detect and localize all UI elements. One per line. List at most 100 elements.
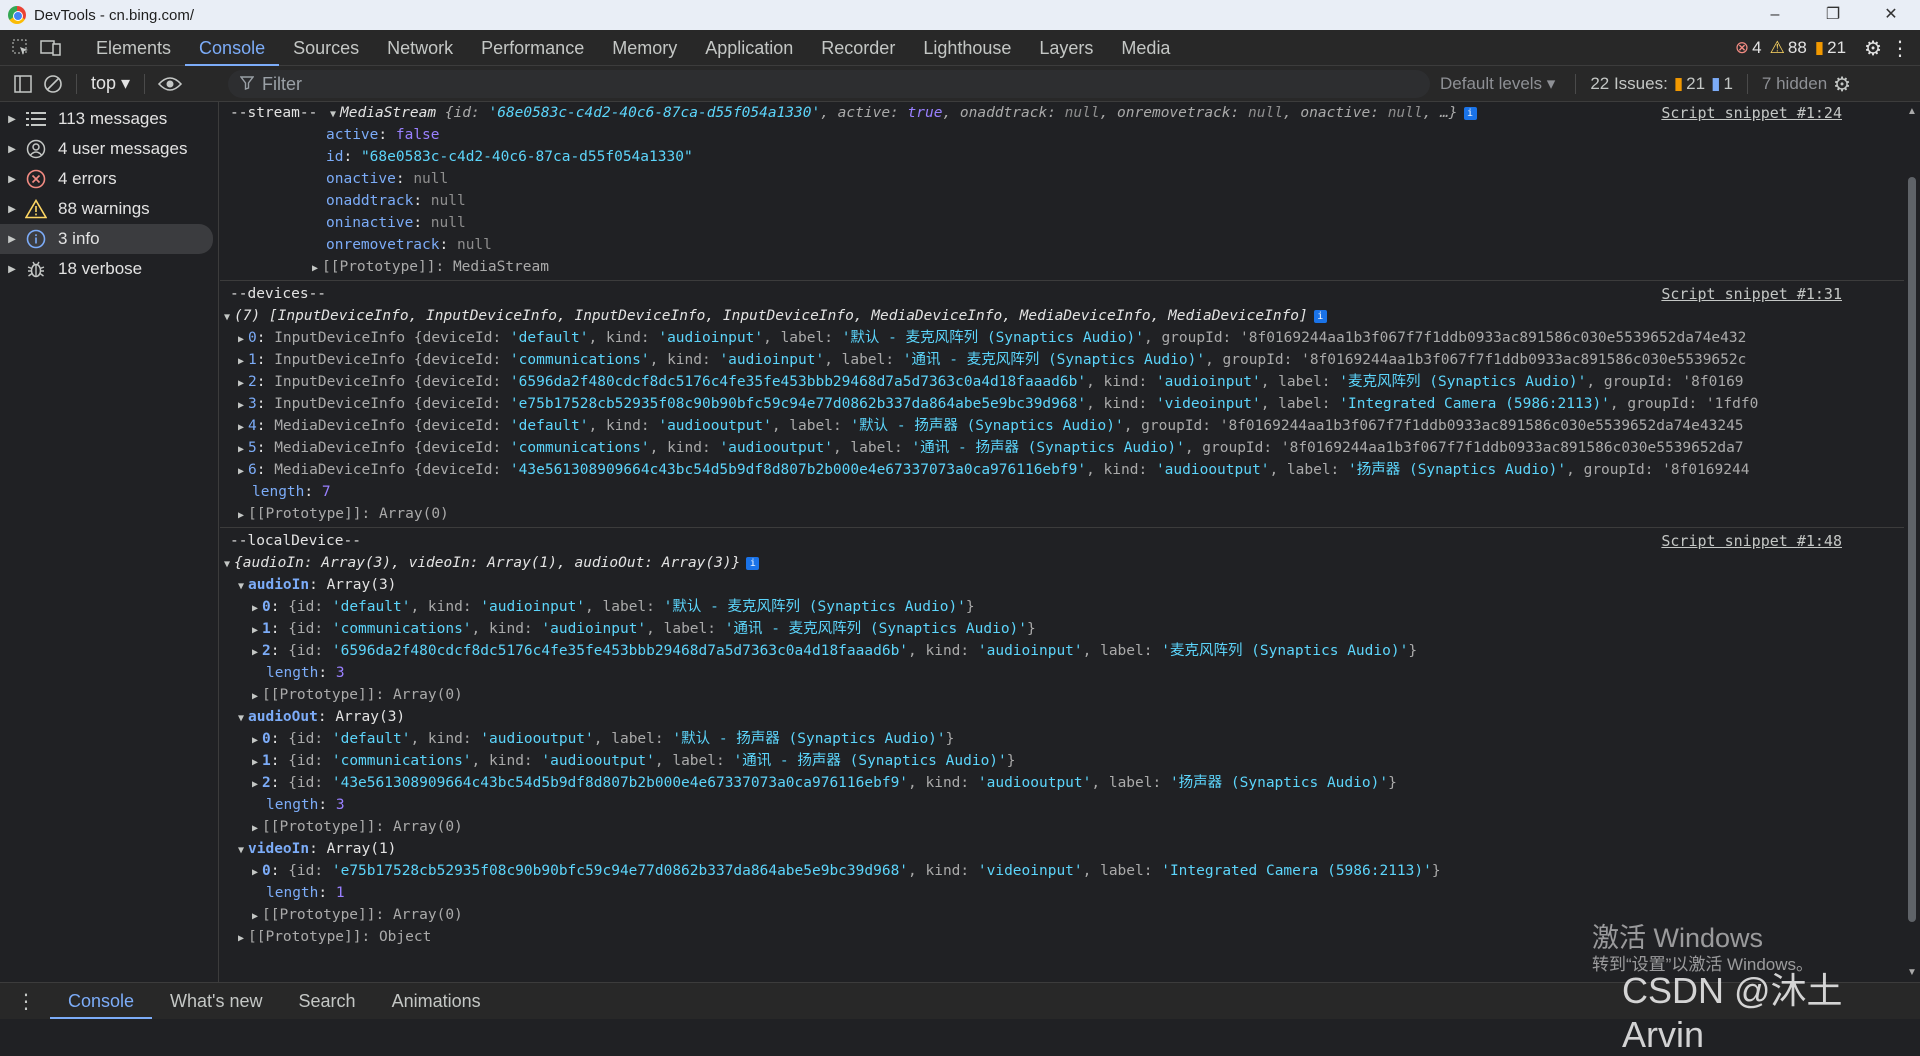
console-punct: , label: xyxy=(824,352,903,368)
collapse-triangle-icon[interactable]: ▼ xyxy=(220,554,234,576)
sidebar-item-user[interactable]: ▶ 4 user messages xyxy=(0,134,218,164)
live-expression-eye-icon[interactable] xyxy=(155,69,185,99)
tab-layers[interactable]: Layers xyxy=(1025,30,1107,66)
expand-triangle-icon[interactable]: ▶ xyxy=(234,351,248,373)
error-count-badge[interactable]: ⊗ 4 xyxy=(1735,38,1762,58)
object-info-icon[interactable]: i xyxy=(1313,309,1327,323)
log-prefix: --stream-- xyxy=(230,105,318,121)
sidebar-item-error[interactable]: ▶ 4 errors xyxy=(0,164,218,194)
source-link[interactable]: Script snippet #1:48 xyxy=(1661,530,1842,552)
console-text: null xyxy=(1387,105,1423,121)
console-scrollbar[interactable]: ▲ ▼ xyxy=(1904,102,1920,982)
tab-elements[interactable]: Elements xyxy=(82,30,185,66)
source-link[interactable]: Script snippet #1:31 xyxy=(1661,283,1842,305)
info-icon xyxy=(24,227,48,251)
expand-triangle-icon[interactable]: ▶ xyxy=(248,730,262,752)
scroll-thumb[interactable] xyxy=(1908,177,1916,922)
sidebar-item-warning[interactable]: ▶ 88 warnings xyxy=(0,194,218,224)
expand-triangle-icon[interactable]: ▶ xyxy=(0,144,24,155)
expand-triangle-icon[interactable]: ▶ xyxy=(248,818,262,840)
source-link[interactable]: Script snippet #1:24 xyxy=(1661,102,1842,124)
object-info-icon[interactable]: i xyxy=(746,556,760,570)
tab-recorder[interactable]: Recorder xyxy=(807,30,909,66)
clear-console-icon[interactable] xyxy=(38,69,68,99)
console-settings-gear-icon[interactable]: ⚙ xyxy=(1833,72,1851,97)
expand-triangle-icon[interactable]: ▶ xyxy=(0,234,24,245)
collapse-triangle-icon[interactable]: ▼ xyxy=(234,840,248,862)
device-kind: 'audioinput' xyxy=(977,643,1083,659)
expand-triangle-icon[interactable]: ▶ xyxy=(0,114,24,125)
expand-triangle-icon[interactable]: ▶ xyxy=(0,204,24,215)
issues-count-badge[interactable]: ▮ 21 xyxy=(1815,38,1846,58)
console-filter-input[interactable]: Filter xyxy=(228,70,1430,98)
expand-triangle-icon[interactable]: ▶ xyxy=(248,862,262,884)
tab-memory[interactable]: Memory xyxy=(598,30,691,66)
expand-triangle-icon[interactable]: ▶ xyxy=(248,906,262,928)
expand-triangle-icon[interactable]: ▶ xyxy=(248,686,262,708)
sidebar-item-info[interactable]: ▶ 3 info xyxy=(0,224,213,254)
tab-performance[interactable]: Performance xyxy=(467,30,598,66)
expand-triangle-icon[interactable]: ▶ xyxy=(234,461,248,483)
maximize-button[interactable]: ❐ xyxy=(1804,0,1862,30)
device-type: InputDeviceInfo xyxy=(274,374,406,390)
tab-network[interactable]: Network xyxy=(373,30,467,66)
device-toolbar-icon[interactable] xyxy=(36,33,66,63)
issues-label[interactable]: 22 Issues: xyxy=(1590,74,1668,94)
console-punct: {id: xyxy=(288,621,332,637)
group-type: Array(1) xyxy=(326,841,397,857)
expand-triangle-icon[interactable]: ▶ xyxy=(248,642,262,664)
tab-sources[interactable]: Sources xyxy=(279,30,373,66)
expand-triangle-icon[interactable]: ▶ xyxy=(0,264,24,275)
sidebar-item-bug[interactable]: ▶ 18 verbose xyxy=(0,254,218,284)
context-selector[interactable]: top ▾ xyxy=(91,73,130,94)
scroll-up-icon[interactable]: ▲ xyxy=(1907,106,1917,117)
collapse-triangle-icon[interactable]: ▼ xyxy=(234,708,248,730)
property-key: onaddtrack xyxy=(326,193,414,209)
console-text: id xyxy=(453,105,472,121)
expand-triangle-icon[interactable]: ▶ xyxy=(0,174,24,185)
expand-triangle-icon[interactable]: ▶ xyxy=(234,329,248,351)
expand-triangle-icon[interactable]: ▶ xyxy=(234,373,248,395)
property-value: 1 xyxy=(335,885,345,901)
drawer-menu-icon[interactable]: ⋮ xyxy=(0,989,50,1014)
expand-triangle-icon[interactable]: ▶ xyxy=(248,620,262,642)
expand-triangle-icon[interactable]: ▶ xyxy=(248,752,262,774)
console-text: , onremovetrack: xyxy=(1099,105,1248,121)
warning-count-badge[interactable]: ⚠ 88 xyxy=(1770,38,1807,58)
collapse-triangle-icon[interactable]: ▼ xyxy=(326,104,340,126)
log-levels-dropdown[interactable]: Default levels ▾ xyxy=(1440,74,1555,94)
expand-triangle-icon[interactable]: ▶ xyxy=(248,774,262,796)
console-punct: : xyxy=(256,462,275,478)
settings-gear-icon[interactable]: ⚙ xyxy=(1864,36,1882,61)
sidebar-toggle-icon[interactable] xyxy=(8,69,38,99)
expand-triangle-icon[interactable]: ▶ xyxy=(234,928,248,950)
drawer-tab-search[interactable]: Search xyxy=(281,983,374,1019)
drawer-tab-animations[interactable]: Animations xyxy=(374,983,499,1019)
device-groupid: , groupId: '8f0169244aa1b3f067f7f1ddb093… xyxy=(1205,352,1747,368)
collapse-triangle-icon[interactable]: ▼ xyxy=(234,576,248,598)
minimize-button[interactable]: – xyxy=(1746,0,1804,30)
sidebar-item-list[interactable]: ▶ 113 messages xyxy=(0,104,218,134)
expand-triangle-icon[interactable]: ▶ xyxy=(308,258,322,280)
close-button[interactable]: ✕ xyxy=(1862,0,1920,30)
expand-triangle-icon[interactable]: ▶ xyxy=(234,395,248,417)
expand-triangle-icon[interactable]: ▶ xyxy=(234,439,248,461)
console-punct: {id: xyxy=(288,731,332,747)
tab-application[interactable]: Application xyxy=(691,30,807,66)
collapse-triangle-icon[interactable]: ▼ xyxy=(220,307,234,329)
drawer-tab-what-s-new[interactable]: What's new xyxy=(152,983,280,1019)
tab-console[interactable]: Console xyxy=(185,30,280,66)
inspect-element-icon[interactable] xyxy=(6,33,36,63)
console-punct: : xyxy=(270,599,289,615)
more-options-icon[interactable]: ⋮ xyxy=(1890,36,1910,61)
object-info-icon[interactable]: i xyxy=(1463,106,1477,120)
expand-triangle-icon[interactable]: ▶ xyxy=(234,417,248,439)
tab-lighthouse[interactable]: Lighthouse xyxy=(909,30,1025,66)
device-id: 'e75b17528cb52935f08c90b90bfc59c94e77d08… xyxy=(509,396,1087,412)
expand-triangle-icon[interactable]: ▶ xyxy=(234,505,248,527)
console-line: onremovetrack: null xyxy=(220,234,1904,256)
property-key: onremovetrack xyxy=(326,237,440,253)
expand-triangle-icon[interactable]: ▶ xyxy=(248,598,262,620)
tab-media[interactable]: Media xyxy=(1107,30,1184,66)
drawer-tab-console[interactable]: Console xyxy=(50,983,153,1019)
